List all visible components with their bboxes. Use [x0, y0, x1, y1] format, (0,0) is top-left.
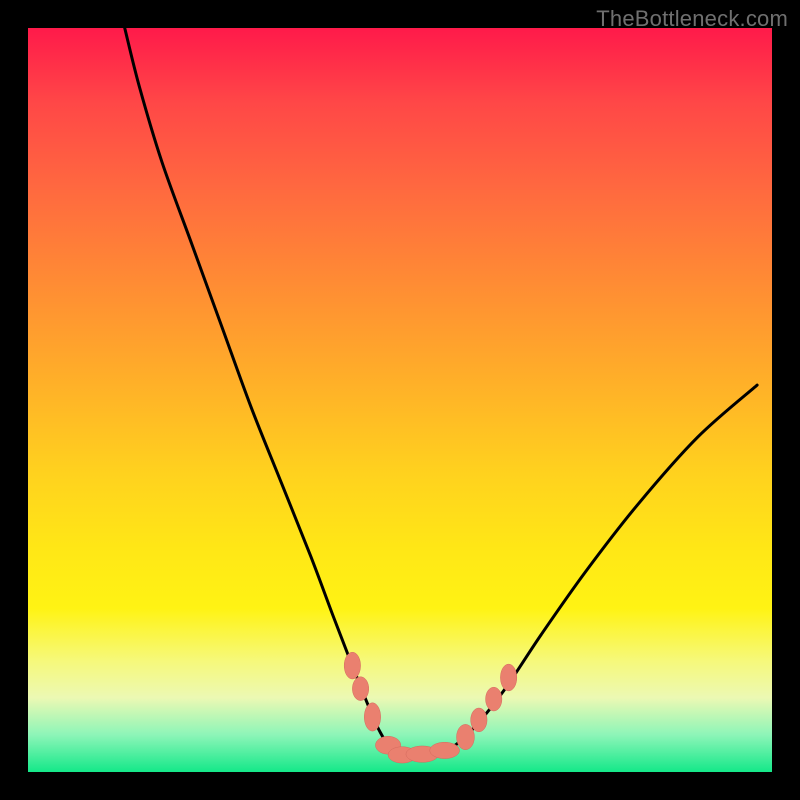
- curve-marker: [457, 724, 475, 749]
- curve-marker: [430, 742, 460, 758]
- curve-marker: [471, 708, 487, 732]
- chart-area: [28, 28, 772, 772]
- curve-marker: [352, 677, 368, 701]
- bottleneck-curve: [28, 28, 772, 772]
- curve-marker: [500, 664, 516, 691]
- curve-marker: [344, 652, 360, 679]
- curve-marker: [364, 703, 380, 731]
- watermark-text: TheBottleneck.com: [596, 6, 788, 32]
- curve-marker: [486, 687, 502, 711]
